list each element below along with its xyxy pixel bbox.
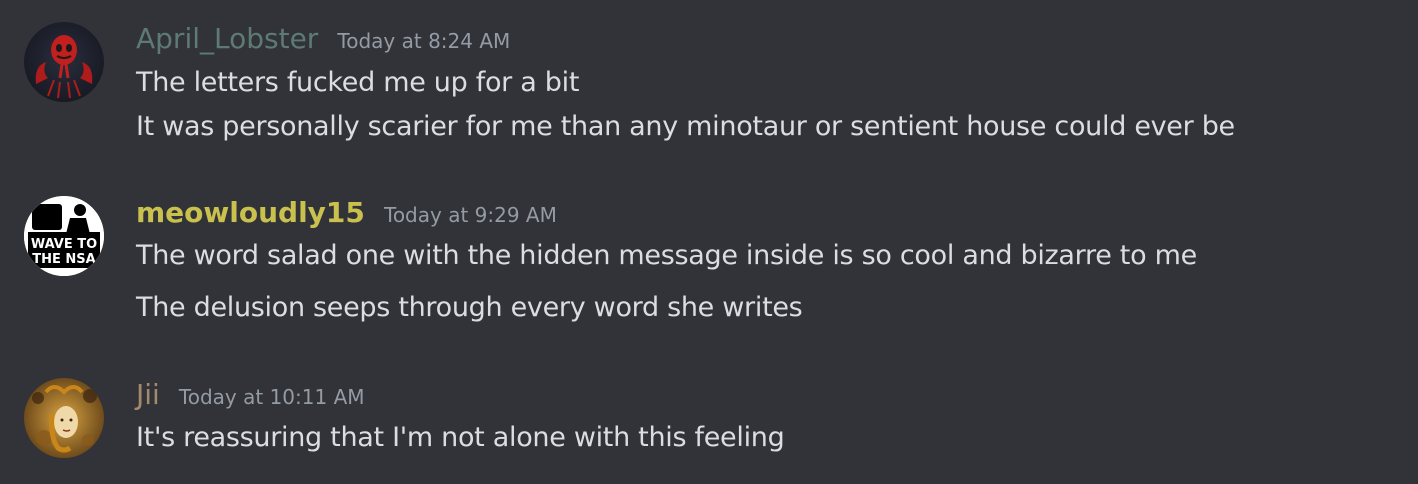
user-avatar[interactable]: [24, 378, 104, 458]
wave-to-the-nsa-avatar-icon: WAVE TO THE NSA: [24, 196, 104, 276]
user-avatar[interactable]: WAVE TO THE NSA: [24, 196, 104, 276]
golden-ornate-portrait-avatar-icon: [24, 378, 104, 458]
message-header: April_Lobster Today at 8:24 AM: [136, 22, 510, 55]
timestamp[interactable]: Today at 9:29 AM: [384, 203, 557, 227]
message-text: The word salad one with the hidden messa…: [136, 240, 1197, 271]
username[interactable]: meowloudly15: [136, 196, 365, 229]
message-text: The letters fucked me up for a bit: [136, 67, 580, 98]
avatar-text: THE NSA: [32, 252, 95, 267]
chat-message-list: April_Lobster Today at 8:24 AM The lette…: [0, 0, 1418, 484]
message-text: It's reassuring that I'm not alone with …: [136, 422, 785, 453]
message-text: The delusion seeps through every word sh…: [136, 292, 803, 323]
red-lobster-mask-avatar-icon: [24, 22, 104, 102]
message-header: meowloudly15 Today at 9:29 AM: [136, 196, 557, 229]
user-avatar[interactable]: [24, 22, 104, 102]
message-text: It was personally scarier for me than an…: [136, 111, 1235, 142]
username[interactable]: Jii: [136, 378, 160, 411]
timestamp[interactable]: Today at 10:11 AM: [179, 385, 365, 409]
username[interactable]: April_Lobster: [136, 22, 318, 55]
timestamp[interactable]: Today at 8:24 AM: [337, 29, 510, 53]
avatar-text: WAVE TO: [31, 237, 97, 252]
message-header: Jii Today at 10:11 AM: [136, 378, 365, 411]
